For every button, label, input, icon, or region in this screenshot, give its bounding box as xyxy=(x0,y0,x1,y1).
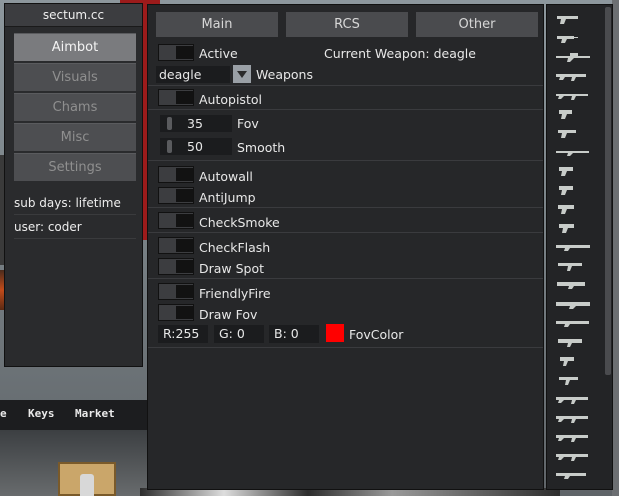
smooth-slider-handle[interactable] xyxy=(167,140,172,153)
antijump-toggle[interactable] xyxy=(158,187,194,204)
weapon-list-scrollbar[interactable] xyxy=(605,7,611,375)
smooth-slider[interactable]: 50 xyxy=(160,138,232,155)
background-tab-keys[interactable]: Keys xyxy=(28,407,55,420)
drawfov-toggle[interactable] xyxy=(158,304,194,321)
cz75-icon[interactable] xyxy=(556,203,590,215)
usp-icon[interactable] xyxy=(556,127,590,139)
tab-main[interactable]: Main xyxy=(156,12,278,37)
weapons-label: Weapons xyxy=(256,67,313,82)
mac10-icon[interactable] xyxy=(556,355,590,367)
mp7-icon[interactable] xyxy=(556,260,590,272)
sidebar-panel: sectum.cc Aimbot Visuals Chams Misc Sett… xyxy=(4,3,143,367)
awp-icon[interactable] xyxy=(556,51,590,63)
nova-icon[interactable] xyxy=(556,317,590,329)
chevron-down-icon[interactable] xyxy=(233,65,251,83)
drawspot-toggle[interactable] xyxy=(158,258,194,275)
fov-slider-handle[interactable] xyxy=(167,117,172,130)
sub-days-text: sub days: lifetime xyxy=(14,192,136,215)
fov-value: 35 xyxy=(187,116,203,131)
red-value-field[interactable]: R:255 xyxy=(158,325,208,343)
checkflash-toggle[interactable] xyxy=(158,237,194,254)
autowall-label: Autowall xyxy=(199,169,253,184)
scout-icon[interactable] xyxy=(556,146,590,158)
checksmoke-label: CheckSmoke xyxy=(199,215,280,230)
divider xyxy=(148,232,543,233)
m4-icon[interactable] xyxy=(556,89,590,101)
background-tab-market[interactable]: Market xyxy=(75,407,115,420)
current-weapon-text: Current Weapon: deagle xyxy=(324,46,476,61)
checksmoke-toggle[interactable] xyxy=(158,212,194,229)
p90-icon[interactable] xyxy=(556,279,590,291)
deagle-icon[interactable] xyxy=(556,13,590,25)
fiveseven-icon[interactable] xyxy=(556,184,590,196)
divider xyxy=(148,160,543,161)
sidebar-item-chams[interactable]: Chams xyxy=(14,93,136,121)
background-tab-e[interactable]: e xyxy=(0,407,7,420)
background-crate xyxy=(58,462,116,496)
divider xyxy=(148,109,543,110)
green-value-field[interactable]: G: 0 xyxy=(214,325,264,343)
aimbot-main-panel: Main RCS Other Active Current Weapon: de… xyxy=(147,4,544,490)
autowall-toggle[interactable] xyxy=(158,166,194,183)
drawspot-label: Draw Spot xyxy=(199,261,265,276)
checkflash-label: CheckFlash xyxy=(199,240,271,255)
glock-icon[interactable] xyxy=(556,108,590,120)
active-label: Active xyxy=(199,46,238,61)
xm1014-icon[interactable] xyxy=(556,469,590,481)
sidebar-item-settings[interactable]: Settings xyxy=(14,153,136,181)
galil-icon[interactable] xyxy=(556,393,590,405)
smooth-value: 50 xyxy=(187,139,203,154)
shotgun-icon[interactable] xyxy=(556,241,590,253)
smooth-label: Smooth xyxy=(237,140,286,155)
divider xyxy=(148,207,543,208)
m249-icon[interactable] xyxy=(556,298,590,310)
divider xyxy=(148,278,543,279)
autopistol-label: Autopistol xyxy=(199,92,262,107)
drawfov-label: Draw Fov xyxy=(199,307,258,322)
sg553-icon[interactable] xyxy=(556,431,590,443)
aug-icon[interactable] xyxy=(556,450,590,462)
friendlyfire-toggle[interactable] xyxy=(158,283,194,300)
revolver-icon[interactable] xyxy=(556,32,590,44)
friendlyfire-label: FriendlyFire xyxy=(199,286,271,301)
fov-label: Fov xyxy=(237,116,259,131)
p250-icon[interactable] xyxy=(556,165,590,177)
ump-icon[interactable] xyxy=(556,336,590,348)
fovcolor-label: FovColor xyxy=(349,327,404,342)
blue-value-field[interactable]: B: 0 xyxy=(269,325,319,343)
sidebar-item-visuals[interactable]: Visuals xyxy=(14,63,136,91)
divider xyxy=(148,85,543,86)
active-toggle[interactable] xyxy=(158,44,194,61)
sidebar-item-misc[interactable]: Misc xyxy=(14,123,136,151)
famas-icon[interactable] xyxy=(556,412,590,424)
tab-other[interactable]: Other xyxy=(416,12,538,37)
divider xyxy=(148,347,543,348)
ak47-icon[interactable] xyxy=(556,70,590,82)
weapon-list-panel xyxy=(546,4,613,490)
background-game-tabs: e Keys Market xyxy=(0,404,150,424)
sidebar-item-aimbot[interactable]: Aimbot xyxy=(14,33,136,61)
autopistol-toggle[interactable] xyxy=(158,89,194,106)
fov-slider[interactable]: 35 xyxy=(160,115,232,132)
fov-color-swatch[interactable] xyxy=(326,324,344,342)
tec9-icon[interactable] xyxy=(556,222,590,234)
mp9-icon[interactable] xyxy=(556,374,590,386)
antijump-label: AntiJump xyxy=(199,190,256,205)
sidebar-title: sectum.cc xyxy=(5,4,142,27)
weapon-select[interactable]: deagle xyxy=(156,66,230,83)
background-right-edge xyxy=(612,0,619,496)
user-text: user: coder xyxy=(14,216,136,239)
tab-rcs[interactable]: RCS xyxy=(286,12,408,37)
